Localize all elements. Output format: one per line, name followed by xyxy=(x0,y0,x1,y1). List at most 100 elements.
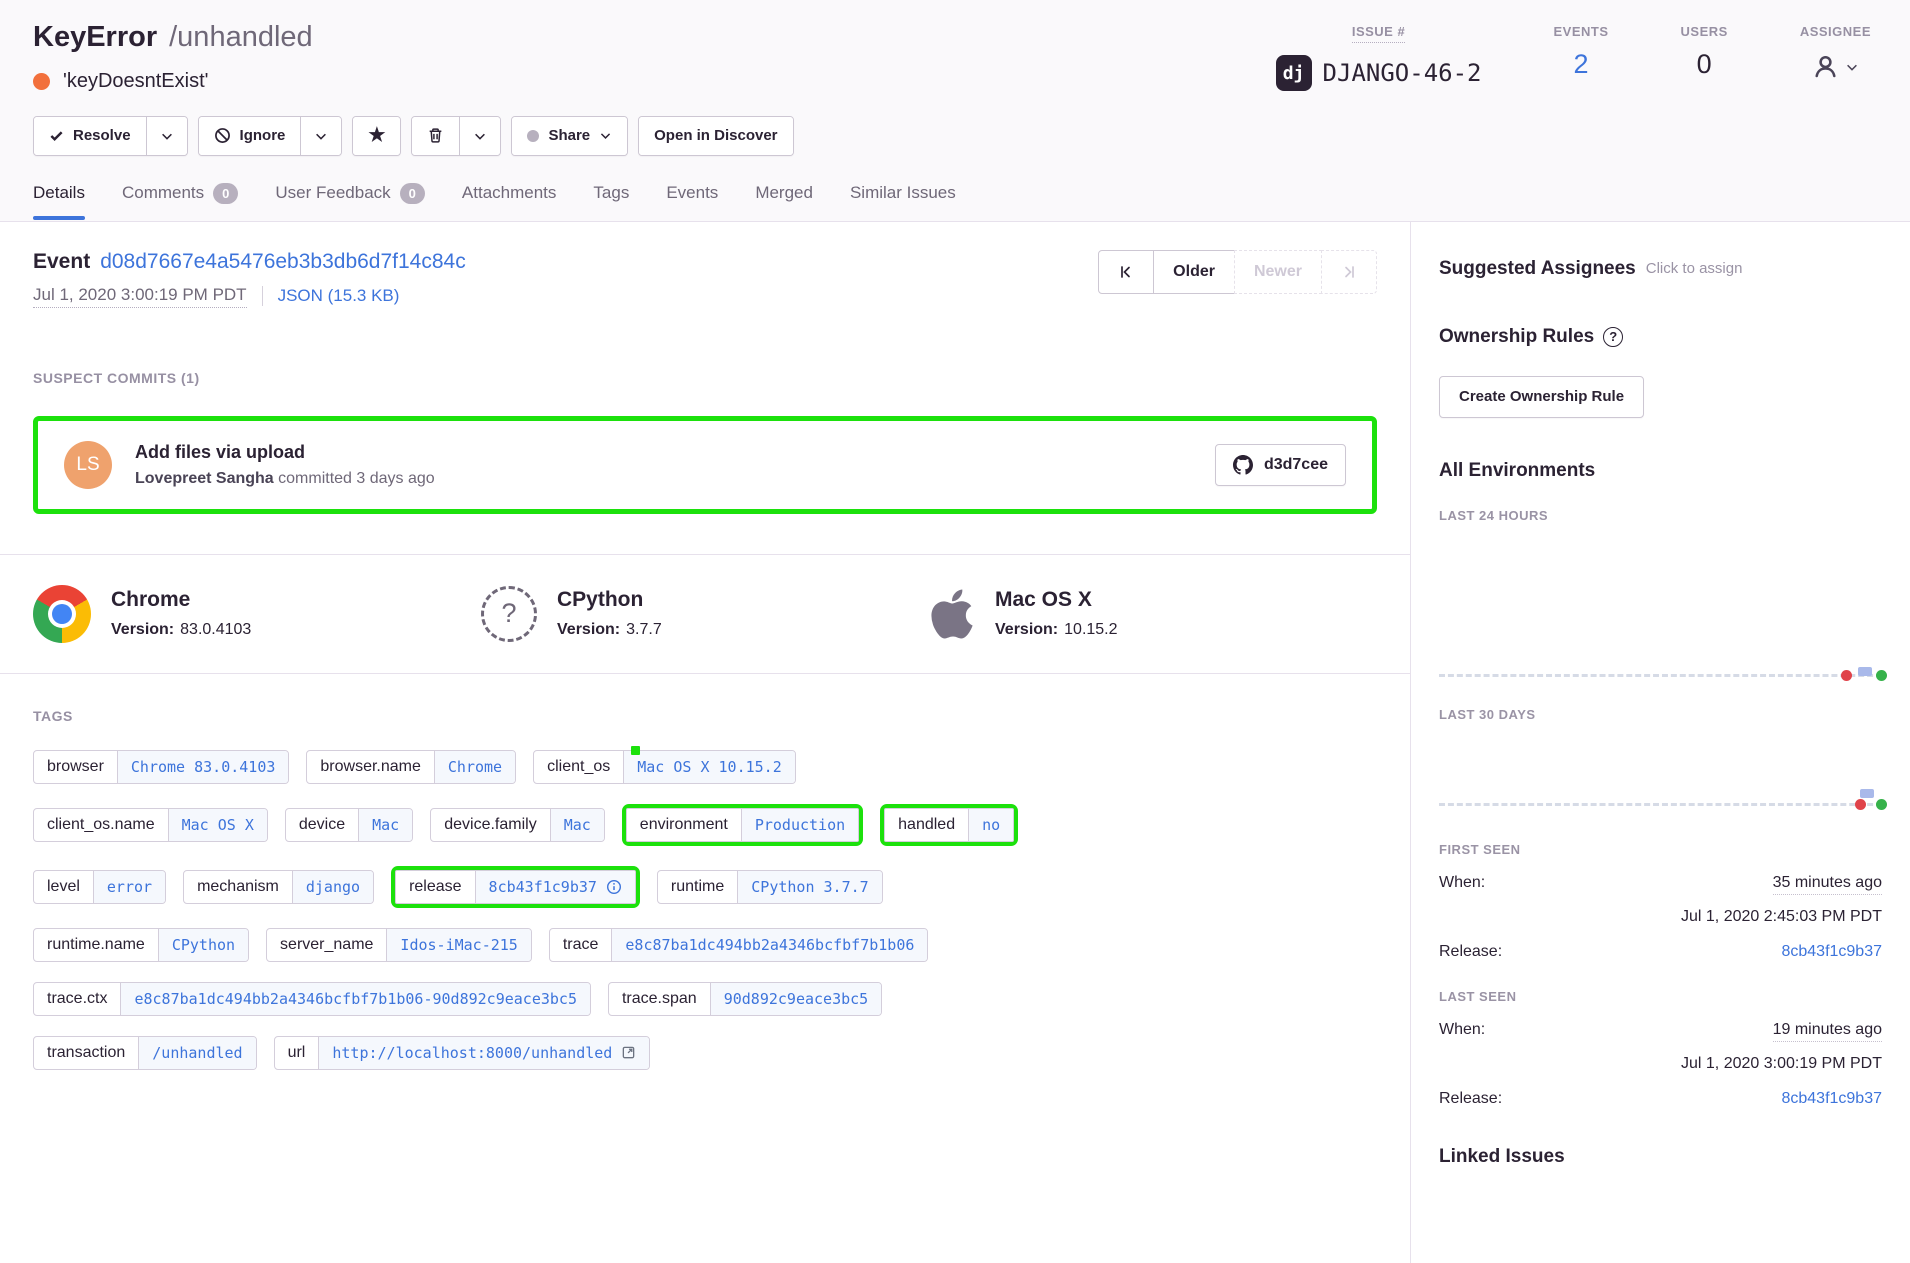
open-in-discover-button[interactable]: Open in Discover xyxy=(639,117,792,155)
tag-handled: handled no xyxy=(884,808,1014,842)
runtime-name: CPython xyxy=(557,588,662,612)
tab-attachments[interactable]: Attachments xyxy=(462,183,557,221)
oldest-event-button[interactable] xyxy=(1098,250,1154,294)
runtime-version-label: Version: xyxy=(557,621,620,638)
linked-issues-title: Linked Issues xyxy=(1439,1146,1882,1168)
resolve-dropdown-button[interactable] xyxy=(146,117,187,155)
tag-value-link[interactable]: 90d892c9eace3bc5 xyxy=(710,983,882,1015)
ignore-dropdown-button[interactable] xyxy=(300,117,341,155)
divider xyxy=(262,286,263,306)
issue-header: KeyError/unhandled 'keyDoesntExist' ISSU… xyxy=(0,0,1910,222)
context-os: Mac OS X Version:10.15.2 xyxy=(929,585,1377,643)
latest-marker-icon xyxy=(1876,799,1887,810)
tag-value-link[interactable]: Chrome 83.0.4103 xyxy=(117,751,289,783)
error-message: 'keyDoesntExist' xyxy=(63,70,208,93)
info-icon[interactable] xyxy=(606,879,622,895)
bookmark-button[interactable]: ★ xyxy=(353,117,400,155)
last-seen-section: LAST SEEN When: 19 minutes ago Jul 1, 20… xyxy=(1439,989,1882,1108)
tab-user-feedback[interactable]: User Feedback 0 xyxy=(275,183,425,221)
os-version-label: Version: xyxy=(995,621,1058,638)
tab-similar-issues[interactable]: Similar Issues xyxy=(850,183,956,221)
older-label: Older xyxy=(1173,263,1215,281)
apple-icon xyxy=(929,586,975,642)
tab-events-label: Events xyxy=(666,183,718,203)
annotation-box: environment Production xyxy=(622,804,863,846)
stat-users: USERS 0 xyxy=(1681,20,1728,91)
tag-value-link[interactable]: Idos-iMac-215 xyxy=(386,929,530,961)
event-contexts: Chrome Version:83.0.4103 ? CPython Versi… xyxy=(0,554,1410,674)
tag-value-link[interactable]: django xyxy=(292,871,373,903)
tag-value-link[interactable]: e8c87ba1dc494bb2a4346bcfbf7b1b06 xyxy=(611,929,927,961)
older-event-button[interactable]: Older xyxy=(1153,250,1235,294)
tab-details[interactable]: Details xyxy=(33,183,85,221)
person-icon xyxy=(1812,53,1839,80)
ignore-button[interactable]: Ignore xyxy=(199,117,301,155)
tag-value-link[interactable]: Chrome xyxy=(434,751,515,783)
tab-tags[interactable]: Tags xyxy=(593,183,629,221)
delete-dropdown-button[interactable] xyxy=(459,117,500,155)
tag-value-link[interactable]: Mac xyxy=(358,809,412,841)
chevron-down-icon xyxy=(599,129,612,142)
suggested-assignees[interactable]: Suggested Assignees Click to assign xyxy=(1439,258,1882,280)
last-seen-release-link[interactable]: 8cb43f1c9b37 xyxy=(1781,1090,1882,1108)
last-seen-relative: 19 minutes ago xyxy=(1773,1021,1882,1042)
tag-trace-span: trace.span 90d892c9eace3bc5 xyxy=(608,982,882,1016)
help-icon[interactable]: ? xyxy=(1603,327,1623,347)
tag-key: trace.ctx xyxy=(34,983,120,1015)
share-dot-icon xyxy=(527,130,539,142)
tag-level: level error xyxy=(33,870,166,904)
commit-sha: d3d7cee xyxy=(1264,456,1328,474)
tag-value-link[interactable]: CPython 3.7.7 xyxy=(737,871,881,903)
context-runtime: ? CPython Version:3.7.7 xyxy=(481,585,929,643)
error-type: KeyError xyxy=(33,21,157,53)
tag-value-link[interactable]: e8c87ba1dc494bb2a4346bcfbf7b1b06-90d892c… xyxy=(120,983,590,1015)
tab-details-label: Details xyxy=(33,183,85,203)
tag-value-link[interactable]: error xyxy=(93,871,165,903)
newer-event-button[interactable]: Newer xyxy=(1234,250,1322,294)
commit-sha-button[interactable]: d3d7cee xyxy=(1215,444,1346,486)
tag-value-link[interactable]: 8cb43f1c9b37 xyxy=(475,871,635,903)
tag-value-link[interactable]: CPython xyxy=(158,929,248,961)
tab-events[interactable]: Events xyxy=(666,183,718,221)
event-json-link[interactable]: JSON (15.3 KB) xyxy=(278,286,400,306)
tag-value-link[interactable]: no xyxy=(968,809,1013,841)
release-marker-icon xyxy=(1841,670,1852,681)
share-button[interactable]: Share xyxy=(512,117,627,155)
tag-value-link[interactable]: /unhandled xyxy=(138,1037,255,1069)
annotation-box: release 8cb43f1c9b37 xyxy=(391,866,640,908)
tag-value-link[interactable]: http://localhost:8000/unhandled xyxy=(318,1037,649,1069)
tag-server-name: server_name Idos-iMac-215 xyxy=(266,928,532,962)
chart-baseline xyxy=(1439,674,1882,677)
tab-attachments-label: Attachments xyxy=(462,183,557,203)
last-seen-absolute: Jul 1, 2020 3:00:19 PM PDT xyxy=(1439,1055,1882,1073)
chevron-down-icon xyxy=(160,129,174,143)
create-ownership-rule-button[interactable]: Create Ownership Rule xyxy=(1439,376,1644,418)
tag-value-link[interactable]: Production xyxy=(741,809,858,841)
external-link-icon[interactable] xyxy=(621,1045,636,1060)
unknown-runtime-icon: ? xyxy=(481,586,537,642)
events-count[interactable]: 2 xyxy=(1573,51,1588,78)
tag-value-link[interactable]: Mac OS X 10.15.2 xyxy=(623,751,795,783)
event-id-link[interactable]: d08d7667e4a5476eb3b3db6d7f14c84c xyxy=(100,250,466,273)
tag-key: url xyxy=(275,1037,319,1069)
tab-comments[interactable]: Comments 0 xyxy=(122,183,238,221)
resolve-button[interactable]: Resolve xyxy=(34,117,146,155)
tag-trace: trace e8c87ba1dc494bb2a4346bcfbf7b1b06 xyxy=(549,928,929,962)
issue-short-id: DJANGO-46-2 xyxy=(1323,59,1482,87)
delete-button[interactable] xyxy=(412,117,459,155)
last-seen-label: LAST SEEN xyxy=(1439,989,1882,1004)
tag-value-link[interactable]: Mac OS X xyxy=(168,809,267,841)
first-seen-relative: 35 minutes ago xyxy=(1773,874,1882,895)
issue-sidebar: Suggested Assignees Click to assign Owne… xyxy=(1410,222,1910,1263)
commit-meta-text: committed 3 days ago xyxy=(278,470,435,487)
tab-merged[interactable]: Merged xyxy=(755,183,813,221)
first-seen-section: FIRST SEEN When: 35 minutes ago Jul 1, 2… xyxy=(1439,842,1882,961)
ownership-rules-header: Ownership Rules ? xyxy=(1439,326,1882,348)
issue-title-block: KeyError/unhandled 'keyDoesntExist' xyxy=(33,20,313,93)
assignee-selector[interactable] xyxy=(1812,51,1859,80)
suspect-commits-heading: SUSPECT COMMITS (1) xyxy=(33,370,1377,386)
first-seen-release-link[interactable]: 8cb43f1c9b37 xyxy=(1781,943,1882,961)
newest-event-button[interactable] xyxy=(1321,250,1377,294)
tag-value-link[interactable]: Mac xyxy=(550,809,604,841)
os-version: 10.15.2 xyxy=(1064,621,1117,638)
